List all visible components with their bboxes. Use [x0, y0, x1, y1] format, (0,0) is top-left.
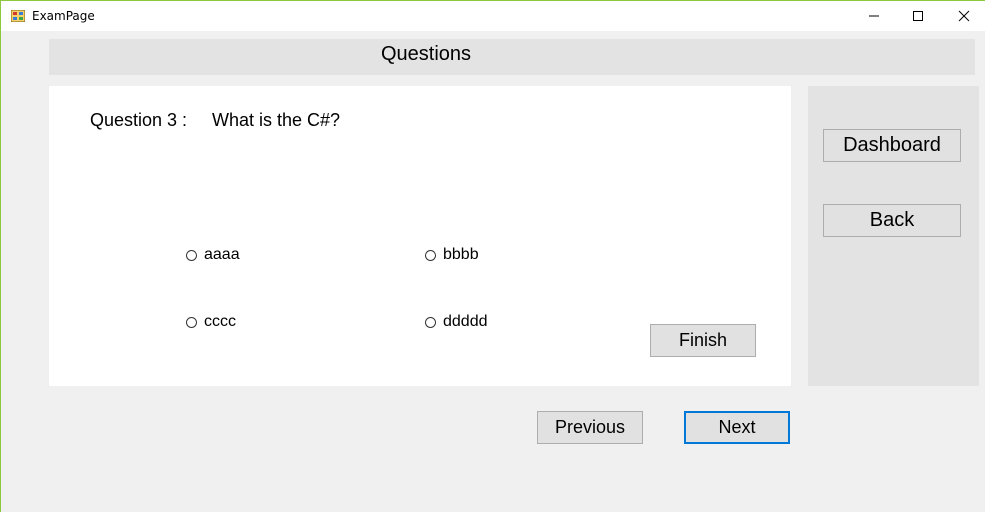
next-button[interactable]: Next	[684, 411, 790, 444]
maximize-icon	[913, 11, 923, 21]
minimize-icon	[869, 15, 879, 17]
page-title: Questions	[381, 43, 472, 65]
question-number-label: Question 3 :	[90, 110, 188, 130]
radio-circle-icon	[186, 316, 197, 328]
question-panel: Question 3 : What is the C#? aaaa bbbb c…	[49, 86, 791, 386]
maximize-button[interactable]	[895, 1, 941, 31]
question-text: What is the C#?	[212, 110, 341, 130]
option-a-radio[interactable]: aaaa	[186, 246, 240, 264]
finish-button[interactable]: Finish	[650, 324, 756, 357]
title-bar: ExamPage	[1, 1, 985, 31]
window-title: ExamPage	[32, 9, 95, 23]
close-button[interactable]	[941, 1, 985, 31]
minimize-button[interactable]	[851, 1, 897, 31]
close-icon	[958, 10, 970, 22]
option-b-radio[interactable]: bbbb	[425, 246, 479, 264]
side-panel: Dashboard Back	[808, 86, 979, 386]
dashboard-button[interactable]: Dashboard	[823, 129, 961, 162]
back-button[interactable]: Back	[823, 204, 961, 237]
header-panel: Questions	[49, 39, 975, 75]
option-label: aaaa	[204, 246, 240, 263]
radio-circle-icon	[425, 249, 436, 261]
option-c-radio[interactable]: cccc	[186, 313, 236, 331]
previous-button[interactable]: Previous	[537, 411, 643, 444]
option-d-radio[interactable]: ddddd	[425, 313, 488, 331]
option-label: ddddd	[443, 313, 488, 330]
app-icon	[10, 9, 26, 23]
radio-circle-icon	[425, 316, 436, 328]
option-label: bbbb	[443, 246, 479, 263]
radio-circle-icon	[186, 249, 197, 261]
option-label: cccc	[204, 313, 236, 330]
exam-window: ExamPage Questions Question 3 : What is …	[0, 0, 985, 512]
